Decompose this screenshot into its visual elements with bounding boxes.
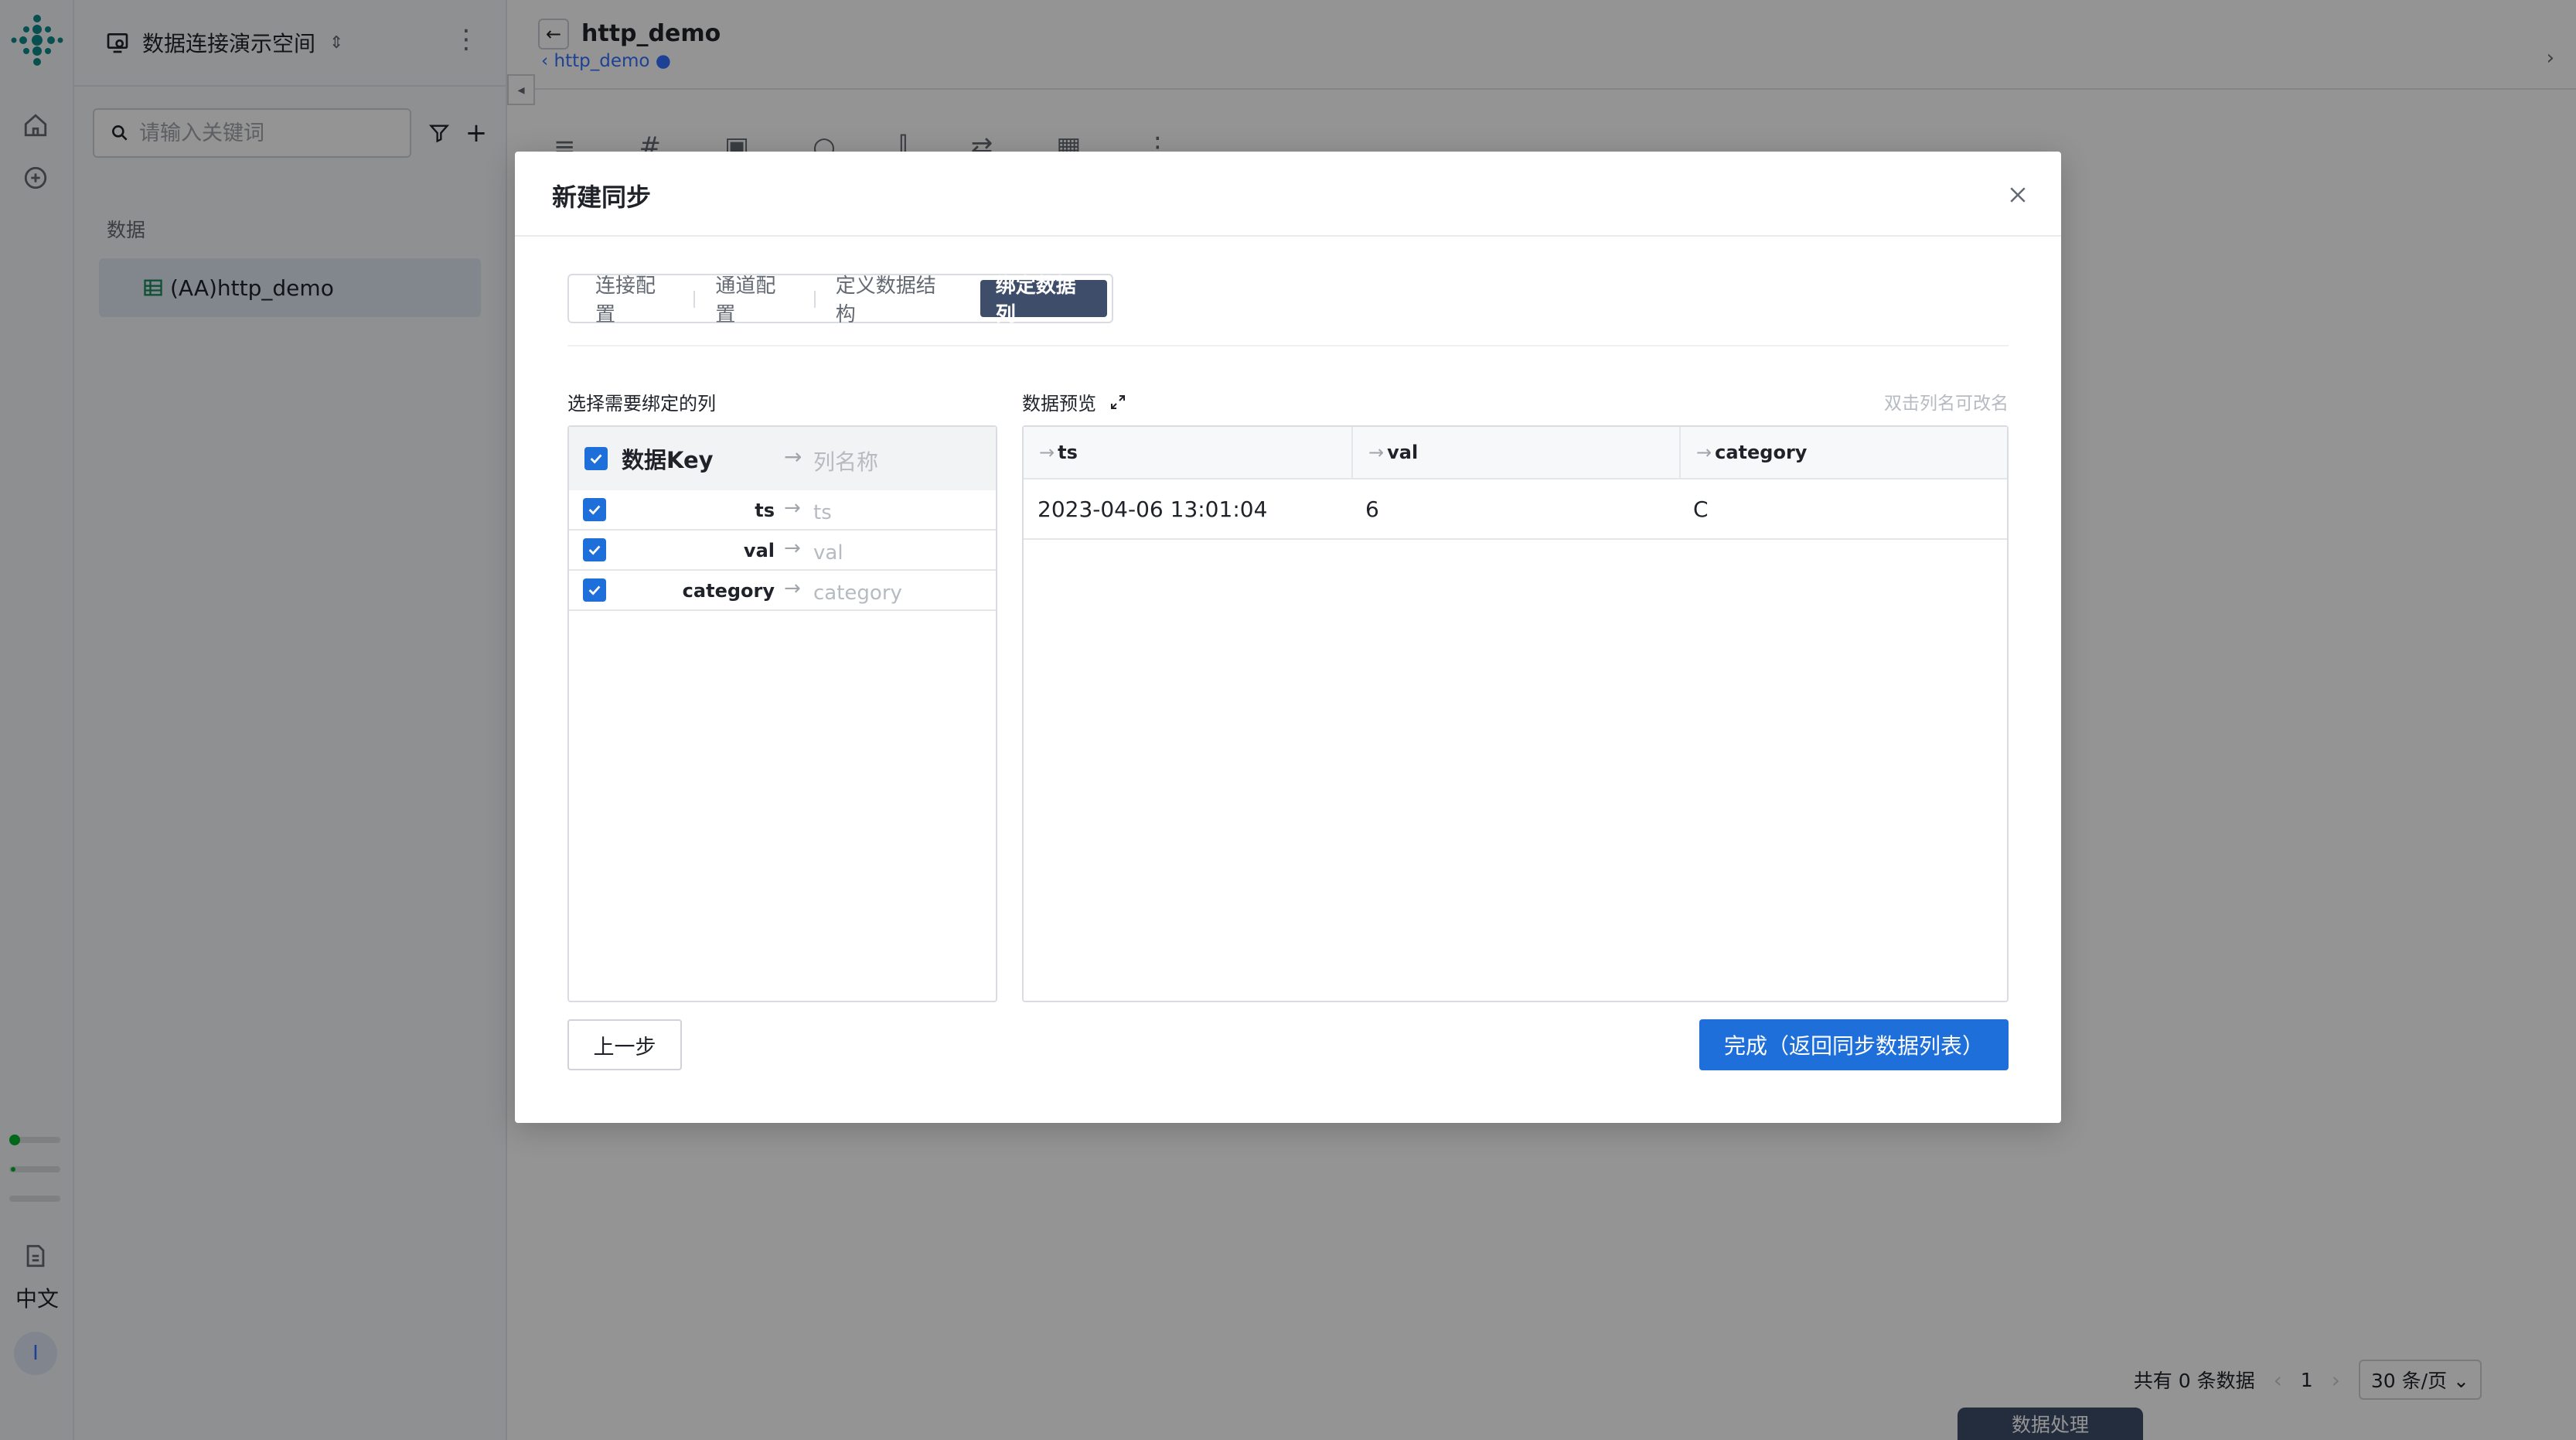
preview-column-ts[interactable]: → ts xyxy=(1024,427,1351,478)
divider xyxy=(567,345,2009,346)
bind-row-category: category → category xyxy=(569,571,996,611)
step-define-structure[interactable]: 定义数据结构 xyxy=(813,275,973,326)
arrow-right-icon: → xyxy=(1696,442,1712,463)
data-key-header: 数据Key xyxy=(622,447,714,473)
arrow-right-icon: → xyxy=(784,444,802,469)
bind-checkbox-val[interactable] xyxy=(583,538,606,561)
preview-section-label: 数据预览 xyxy=(1022,388,1127,415)
data-preview-table: → ts → val → category 2023-04-06 13:01:04 6… xyxy=(1022,425,2009,1002)
data-key: val xyxy=(743,540,775,561)
arrow-right-icon: → xyxy=(784,496,801,520)
rename-hint: 双击列名可改名 xyxy=(1884,394,2009,414)
step-bind-columns[interactable]: 绑定数据列 xyxy=(980,275,1107,326)
expand-icon[interactable] xyxy=(1109,393,1127,411)
bind-checkbox-ts[interactable] xyxy=(583,498,606,521)
table-cell: 2023-04-06 13:01:04 xyxy=(1038,496,1268,522)
step-channel-config[interactable]: 通道配置 xyxy=(693,275,813,326)
select-all-checkbox[interactable] xyxy=(584,447,608,470)
dialog-header: 新建同步 xyxy=(515,152,2061,237)
new-sync-dialog: 新建同步 连接配置 通道配置 定义数据结构 绑定数据列 选择需要绑定的列 数据预… xyxy=(515,152,2061,1123)
bind-row-ts: ts → ts xyxy=(569,490,996,531)
bind-row-val: val → val xyxy=(569,531,996,571)
dialog-title: 新建同步 xyxy=(552,183,652,212)
arrow-right-icon: → xyxy=(1368,442,1385,463)
arrow-right-icon: → xyxy=(784,577,801,600)
previous-step-button[interactable]: 上一步 xyxy=(567,1019,682,1070)
preview-column-val[interactable]: → val xyxy=(1351,427,1679,478)
step-tabs: 连接配置 通道配置 定义数据结构 绑定数据列 xyxy=(567,274,1113,326)
arrow-right-icon: → xyxy=(784,537,801,560)
bind-section-label: 选择需要绑定的列 xyxy=(567,393,716,415)
bind-header: 数据Key → 列名称 xyxy=(569,427,996,490)
column-name-input[interactable]: category xyxy=(813,582,902,605)
column-name-input[interactable]: val xyxy=(813,541,843,565)
table-cell: 6 xyxy=(1365,496,1379,522)
table-cell: C xyxy=(1693,496,1709,522)
preview-header: → ts → val → category xyxy=(1024,427,2007,479)
bind-checkbox-category[interactable] xyxy=(583,578,606,602)
column-name-input[interactable]: ts xyxy=(813,501,832,524)
column-name-header: 列名称 xyxy=(813,449,879,475)
data-key: ts xyxy=(755,500,775,521)
step-connection-config[interactable]: 连接配置 xyxy=(574,275,693,326)
arrow-right-icon: → xyxy=(1039,442,1055,463)
bind-columns-panel: 数据Key → 列名称 ts → ts val → val category →… xyxy=(567,425,997,1002)
table-row: 2023-04-06 13:01:04 6 C xyxy=(1024,479,2007,540)
data-key: category xyxy=(682,580,775,602)
close-icon[interactable] xyxy=(2001,178,2035,212)
preview-column-category[interactable]: → category xyxy=(1679,427,2007,478)
finish-button[interactable]: 完成（返回同步数据列表） xyxy=(1699,1019,2009,1070)
